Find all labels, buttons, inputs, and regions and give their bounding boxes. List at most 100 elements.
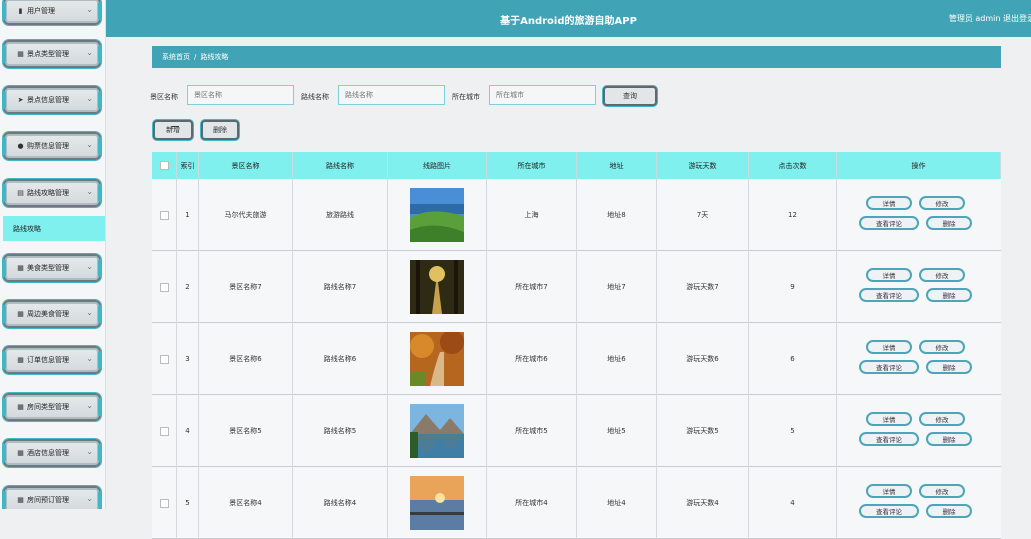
- sidebar-item-label: 订单信息管理: [27, 356, 69, 364]
- row-checkbox[interactable]: [159, 426, 169, 436]
- detail-button[interactable]: 详情: [866, 340, 912, 354]
- city-label: 所在城市: [452, 93, 480, 101]
- table-header: 索引 景区名称 路线名称 线路图片 所在城市 地址 游玩天数 点击次数 操作: [152, 152, 1001, 179]
- view-comments-button[interactable]: 查看评论: [859, 432, 919, 446]
- sidebar-item[interactable]: ▮ 用户管理 ⌄: [2, 0, 102, 25]
- row-checkbox[interactable]: [159, 354, 169, 364]
- person-icon: ●: [17, 142, 24, 150]
- edit-button[interactable]: 修改: [919, 196, 965, 210]
- user-menu[interactable]: 管理员 admin 退出登录: [949, 13, 1031, 24]
- query-button[interactable]: 查询: [603, 86, 657, 106]
- row-actions: 详情 修改 查看评论 删除: [837, 467, 1001, 539]
- view-comments-button[interactable]: 查看评论: [859, 360, 919, 374]
- route-image: [388, 323, 487, 395]
- table-cell-address: 地址6: [577, 323, 657, 395]
- sidebar-item[interactable]: ● 购票信息管理 ⌄: [2, 132, 102, 160]
- detail-button[interactable]: 详情: [866, 484, 912, 498]
- sidebar-item[interactable]: ▦ 周边美食管理 ⌄: [2, 300, 102, 328]
- sidebar-item[interactable]: ➤ 景点信息管理 ⌄: [2, 86, 102, 114]
- sidebar-item-label: 景点类型管理: [27, 50, 69, 58]
- sidebar-item[interactable]: ▦ 房间预订管理 ⌄: [2, 486, 102, 509]
- table-row: 2 景区名称7 路线名称7 所在城市7 地址7 游玩天数7 9 详情 修改 查看评论 删除: [152, 251, 1001, 323]
- row-select-cell: [152, 467, 177, 539]
- view-comments-button[interactable]: 查看评论: [859, 504, 919, 518]
- scenic-name-input[interactable]: [187, 85, 294, 105]
- edit-button[interactable]: 修改: [919, 268, 965, 282]
- row-checkbox[interactable]: [159, 498, 169, 508]
- row-select-cell: [152, 251, 177, 323]
- menu-cap-right: [98, 398, 102, 416]
- menu-cap-left: [2, 305, 6, 323]
- cursor-icon: ⌐: [170, 120, 181, 134]
- route-name-input[interactable]: [338, 85, 445, 105]
- grid-icon: ▦: [17, 496, 24, 504]
- sidebar-item[interactable]: ▦ 房间类型管理 ⌄: [2, 393, 102, 421]
- table-cell-days: 游玩天数6: [657, 323, 749, 395]
- column-header: 所在城市: [487, 152, 577, 179]
- sidebar: ▮ 用户管理 ⌄ ▦ 景点类型管理 ⌄ ➤ 景点信息管理 ⌄ ● 购票信息管理 ⌄ ▤ 路线攻略管理 ⌄ ▦ 美…: [0, 0, 106, 509]
- grid-icon: ▦: [17, 449, 24, 457]
- sidebar-item-label: 景点信息管理: [27, 96, 69, 104]
- route-image: [388, 251, 487, 323]
- city-input[interactable]: [489, 85, 596, 105]
- edit-button[interactable]: 修改: [919, 340, 965, 354]
- sidebar-subitem-active[interactable]: 路线攻略: [3, 216, 105, 241]
- table-cell-clicks: 9: [749, 251, 837, 323]
- menu-cap-right: [98, 259, 102, 277]
- row-checkbox[interactable]: [159, 282, 169, 292]
- breadcrumb-home[interactable]: 系统首页: [162, 52, 190, 62]
- sidebar-item-label: 用户管理: [27, 7, 55, 15]
- row-delete-button[interactable]: 删除: [926, 216, 972, 230]
- detail-button[interactable]: 详情: [866, 196, 912, 210]
- edit-button[interactable]: 修改: [919, 484, 965, 498]
- detail-button[interactable]: 详情: [866, 412, 912, 426]
- table-cell-days: 游玩天数5: [657, 395, 749, 467]
- chevron-down-icon: ⌄: [86, 262, 93, 271]
- sidebar-item-label: 购票信息管理: [27, 142, 69, 150]
- menu-cap-left: [2, 351, 6, 369]
- grid-icon: ▦: [17, 264, 24, 272]
- row-delete-button[interactable]: 删除: [926, 504, 972, 518]
- sidebar-item-label: 酒店信息管理: [27, 449, 69, 457]
- menu-cap-right: [98, 444, 102, 462]
- route-image: [388, 179, 487, 251]
- chevron-down-icon: ⌄: [86, 308, 93, 317]
- menu-cap-right: [98, 45, 102, 63]
- menu-cap-left: [2, 91, 6, 109]
- table-cell-route: 路线名称7: [293, 251, 388, 323]
- sidebar-item-label: 路线攻略管理: [27, 189, 69, 197]
- route-image: [388, 467, 487, 539]
- chevron-down-icon: ⌄: [86, 401, 93, 410]
- view-comments-button[interactable]: 查看评论: [859, 288, 919, 302]
- table-cell-index: 2: [177, 251, 199, 323]
- row-actions: 详情 修改 查看评论 删除: [837, 323, 1001, 395]
- menu-cap-right: [98, 2, 102, 20]
- menu-cap-left: [2, 444, 6, 462]
- detail-button[interactable]: 详情: [866, 268, 912, 282]
- doc-icon: ▤: [17, 189, 24, 197]
- table-cell-address: 地址8: [577, 179, 657, 251]
- sidebar-item[interactable]: ▦ 订单信息管理 ⌄: [2, 346, 102, 374]
- column-header: 路线名称: [293, 152, 388, 179]
- table-cell-city: 所在城市5: [487, 395, 577, 467]
- sidebar-item[interactable]: ▦ 美食类型管理 ⌄: [2, 254, 102, 282]
- row-select-cell: [152, 179, 177, 251]
- column-header: 点击次数: [749, 152, 837, 179]
- sidebar-item[interactable]: ▤ 路线攻略管理 ⌄: [2, 179, 102, 207]
- row-delete-button[interactable]: 删除: [926, 360, 972, 374]
- select-all-checkbox[interactable]: [159, 161, 169, 170]
- table-cell-days: 7天: [657, 179, 749, 251]
- row-delete-button[interactable]: 删除: [926, 432, 972, 446]
- delete-button[interactable]: 删除: [201, 120, 239, 140]
- row-delete-button[interactable]: 删除: [926, 288, 972, 302]
- sidebar-item[interactable]: ▦ 景点类型管理 ⌄: [2, 40, 102, 68]
- grid-icon: ▦: [17, 310, 24, 318]
- sidebar-item[interactable]: ▦ 酒店信息管理 ⌄: [2, 439, 102, 467]
- table-cell-scenic: 景区名称6: [199, 323, 293, 395]
- breadcrumb: 系统首页 / 路线攻略: [152, 46, 1001, 68]
- edit-button[interactable]: 修改: [919, 412, 965, 426]
- table-row: 1 马尔代夫旅游 旅游路线 上海 地址8 7天 12 详情 修改 查看评论 删除: [152, 179, 1001, 251]
- row-checkbox[interactable]: [159, 210, 169, 220]
- select-all-header[interactable]: [152, 152, 177, 179]
- view-comments-button[interactable]: 查看评论: [859, 216, 919, 230]
